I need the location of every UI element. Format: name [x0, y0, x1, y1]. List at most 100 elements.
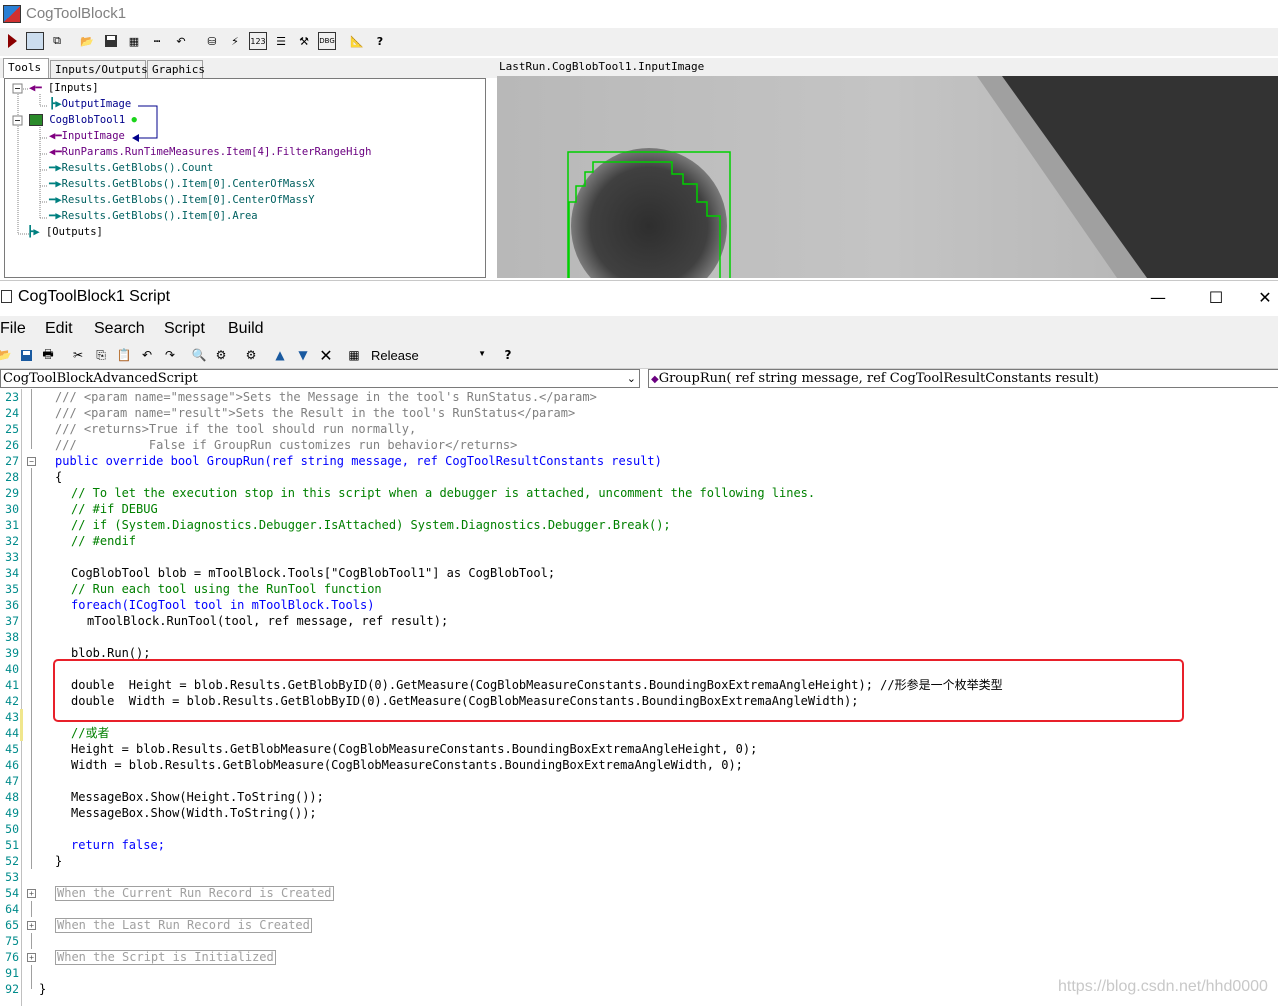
- center-y-node[interactable]: ━▶Results.GetBlobs().Item[0].CenterOfMas…: [49, 193, 315, 208]
- open-icon[interactable]: 📂: [0, 347, 12, 363]
- center-x-node[interactable]: ━▶Results.GetBlobs().Item[0].CenterOfMas…: [49, 177, 315, 192]
- fold-line: [31, 389, 32, 449]
- input-image-node[interactable]: ◀━InputImage: [49, 129, 125, 144]
- copy-tool-icon[interactable]: ⧉: [48, 32, 66, 50]
- line-number: 54: [5, 886, 19, 900]
- save-icon[interactable]: [18, 347, 34, 363]
- code-editor[interactable]: 23 24 25 26 27 28 29 30 31 32 33 34 35 3…: [0, 389, 1278, 1006]
- collapse-icon[interactable]: −: [27, 457, 36, 466]
- list-icon[interactable]: ☰: [272, 32, 290, 50]
- line-number: 23: [5, 390, 19, 404]
- expand-icon[interactable]: +: [27, 953, 36, 962]
- configuration-icon[interactable]: ▦: [346, 347, 362, 363]
- find-icon[interactable]: 🔍: [191, 347, 207, 363]
- collapsed-region[interactable]: When the Current Run Record is Created: [55, 885, 334, 901]
- undo-icon[interactable]: ↶: [139, 347, 155, 363]
- blob-count-node[interactable]: ━▶Results.GetBlobs().Count: [49, 161, 213, 176]
- output-arrow-icon: ┣▶: [27, 226, 40, 238]
- build-icon[interactable]: ⚙: [243, 347, 259, 363]
- collapsed-region[interactable]: When the Script is Initialized: [55, 949, 276, 965]
- menu-script[interactable]: Script: [164, 320, 205, 338]
- help-icon[interactable]: ?: [371, 32, 389, 50]
- link-icon[interactable]: ⚡: [226, 32, 244, 50]
- cut-icon[interactable]: ✂: [70, 347, 86, 363]
- help-icon[interactable]: ?: [500, 347, 516, 363]
- line-number: 46: [5, 758, 19, 772]
- code-line: return false;: [71, 838, 165, 852]
- tab-graphics[interactable]: Graphics: [147, 60, 205, 78]
- collapsed-region-label: When the Current Run Record is Created: [55, 886, 334, 901]
- outputs-node[interactable]: ┣▶ [Outputs]: [27, 225, 103, 240]
- blob-image: [497, 76, 1278, 278]
- inputs-node[interactable]: ◀━ [Inputs]: [29, 81, 99, 96]
- remove-icon[interactable]: ✕: [318, 346, 334, 365]
- line-number: 33: [5, 550, 19, 564]
- paste-icon[interactable]: 📋: [116, 347, 132, 363]
- blob-tool-node[interactable]: CogBlobTool1 ●: [29, 113, 137, 128]
- method-icon: ◆: [651, 374, 659, 385]
- ruler-icon[interactable]: 📐: [348, 32, 366, 50]
- menu-build[interactable]: Build: [228, 320, 264, 338]
- configuration-select[interactable]: Release ▼: [366, 346, 490, 366]
- script-toolbar: 📂 🖶 ✂ ⎘ 📋 ↶ ↷ 🔍 ⚙ ⚙ ▲ ▼ ✕ ▦ Release ▼ ?: [0, 343, 1278, 369]
- toolblock-titlebar: CogToolBlock1: [0, 0, 1278, 28]
- dbg-icon[interactable]: DBG: [318, 32, 336, 50]
- print-icon[interactable]: 🖶: [40, 347, 56, 363]
- image-display-icon[interactable]: [26, 32, 44, 50]
- numeric-icon[interactable]: 123: [249, 32, 267, 50]
- menu-edit[interactable]: Edit: [45, 320, 73, 338]
- save-icon[interactable]: [102, 32, 120, 50]
- method-combo[interactable]: ◆GroupRun( ref string message, ref CogTo…: [648, 369, 1278, 388]
- code-line: // if (System.Diagnostics.Debugger.IsAtt…: [71, 518, 671, 532]
- output-arrow-icon: ━▶: [49, 178, 62, 190]
- image-viewer[interactable]: [497, 76, 1278, 278]
- close-icon[interactable]: ✕: [1252, 285, 1278, 309]
- expand-icon[interactable]: +: [27, 889, 36, 898]
- line-number: 47: [5, 774, 19, 788]
- line-number: 52: [5, 854, 19, 868]
- line-number: 64: [5, 902, 19, 916]
- configuration-value: Release: [371, 348, 419, 363]
- copy-icon[interactable]: ⎘: [93, 347, 109, 363]
- collapsed-region[interactable]: When the Last Run Record is Created: [55, 917, 312, 933]
- tab-tools[interactable]: Tools: [3, 58, 49, 78]
- code-line: }: [39, 982, 47, 996]
- references-icon[interactable]: ⚙: [213, 347, 229, 363]
- code-line: Width = blob.Results.GetBlobMeasure(CogB…: [71, 758, 743, 772]
- menu-search[interactable]: Search: [94, 320, 145, 338]
- dots-icon[interactable]: ┅: [148, 32, 166, 50]
- minimize-icon[interactable]: —: [1138, 285, 1178, 309]
- open-folder-icon[interactable]: 📂: [78, 32, 96, 50]
- output-image-node[interactable]: ┣▶OutputImage: [49, 97, 131, 112]
- menu-file[interactable]: File: [0, 320, 26, 338]
- line-number: 24: [5, 406, 19, 420]
- output-arrow-icon: ━▶: [49, 162, 62, 174]
- arrow-up-icon[interactable]: ▲: [272, 347, 288, 363]
- tab-inputs-outputs[interactable]: Inputs/Outputs: [50, 60, 148, 78]
- line-number: 50: [5, 822, 19, 836]
- code-line: /// <param name="result">Sets the Result…: [55, 406, 576, 420]
- dropdown-arrow-icon: ⌄: [626, 372, 636, 385]
- maximize-icon[interactable]: ☐: [1196, 285, 1236, 309]
- watermark: https://blog.csdn.net/hhd0000: [1058, 978, 1268, 995]
- collapsed-region-label: When the Last Run Record is Created: [55, 918, 312, 933]
- reset-icon[interactable]: ↶: [172, 32, 190, 50]
- image-viewer-title: LastRun.CogBlobTool1.InputImage: [497, 58, 1278, 76]
- expand-icon[interactable]: +: [27, 921, 36, 930]
- line-number: 38: [5, 630, 19, 644]
- tools-icon[interactable]: ⚒: [295, 32, 313, 50]
- line-number: 44: [5, 726, 19, 740]
- code-line: MessageBox.Show(Width.ToString());: [71, 806, 317, 820]
- line-number: 28: [5, 470, 19, 484]
- database-icon[interactable]: ⛁: [203, 32, 221, 50]
- toolblock-toolbar: ⧉ 📂 ▦ ┅ ↶ ⛁ ⚡ 123 ☰ ⚒ DBG 📐 ?: [0, 28, 1278, 56]
- arrow-down-icon[interactable]: ▼: [295, 347, 311, 363]
- settings-icon[interactable]: ▦: [125, 32, 143, 50]
- area-node[interactable]: ━▶Results.GetBlobs().Item[0].Area: [49, 209, 258, 224]
- line-number: 53: [5, 870, 19, 884]
- code-line: foreach(ICogTool tool in mToolBlock.Tool…: [71, 598, 375, 612]
- run-icon[interactable]: [3, 32, 21, 50]
- filter-range-node[interactable]: ◀━RunParams.RunTimeMeasures.Item[4].Filt…: [49, 145, 371, 160]
- redo-icon[interactable]: ↷: [162, 347, 178, 363]
- class-combo[interactable]: CogToolBlockAdvancedScript ⌄: [0, 369, 640, 388]
